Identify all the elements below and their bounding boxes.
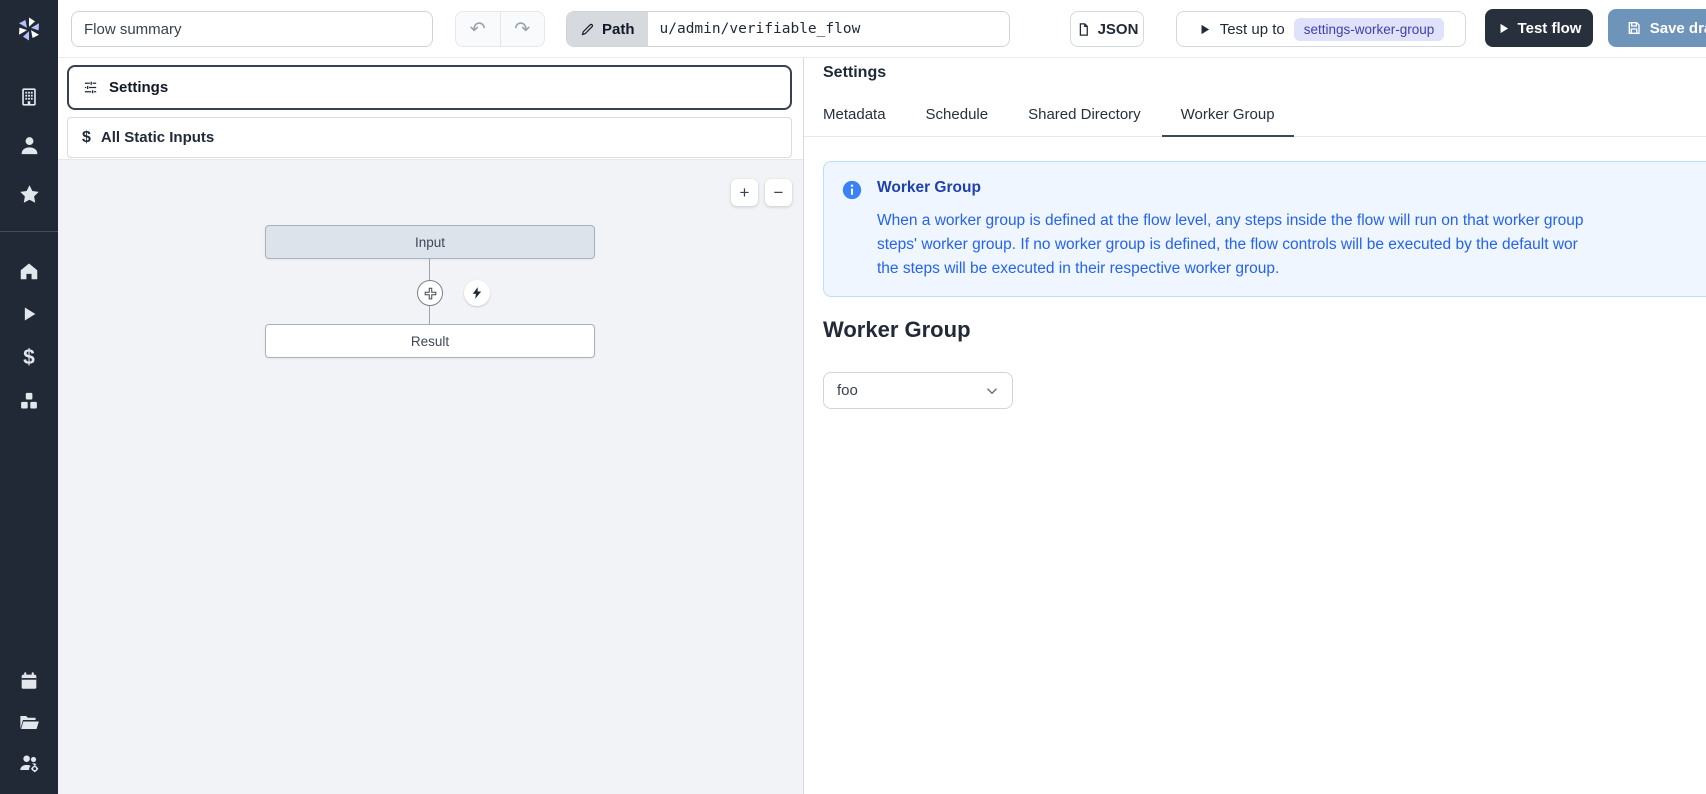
runs-play-icon[interactable] xyxy=(15,300,43,328)
sidebar: $ xyxy=(0,0,58,794)
info-icon xyxy=(841,179,863,281)
history-buttons: ↶ ↷ xyxy=(455,11,545,47)
schedules-calendar-icon[interactable] xyxy=(15,667,43,695)
sliders-icon xyxy=(82,79,99,96)
input-node-label: Input xyxy=(415,235,445,250)
input-node[interactable]: Input xyxy=(265,225,595,259)
info-text-line: When a worker group is defined at the fl… xyxy=(877,209,1583,233)
settings-tabs: Metadata Schedule Shared Directory Worke… xyxy=(804,94,1706,137)
save-icon xyxy=(1626,20,1642,36)
path-input[interactable] xyxy=(648,12,1009,46)
pencil-icon xyxy=(580,22,595,37)
play-icon xyxy=(1198,23,1211,36)
flow-settings-label: Settings xyxy=(109,79,168,96)
info-content: Worker Group When a worker group is defi… xyxy=(877,177,1583,281)
plus-cross-icon xyxy=(423,286,438,301)
workspace-icon[interactable] xyxy=(15,83,43,111)
dollar-icon: $ xyxy=(82,129,91,147)
tab-worker-group[interactable]: Worker Group xyxy=(1165,96,1291,136)
result-node-label: Result xyxy=(411,334,449,349)
test-flow-label: Test flow xyxy=(1518,20,1582,37)
json-button[interactable]: JSON xyxy=(1070,11,1144,47)
flow-graph-panel: Settings $ All Static Inputs Input xyxy=(58,58,804,794)
worker-group-select[interactable]: foo xyxy=(823,372,1013,409)
chevron-down-icon xyxy=(983,382,1001,400)
favorites-star-icon[interactable] xyxy=(15,180,43,208)
trigger-button[interactable] xyxy=(464,280,490,306)
undo-icon: ↶ xyxy=(470,18,486,41)
variables-dollar-icon[interactable]: $ xyxy=(15,344,43,372)
tab-metadata[interactable]: Metadata xyxy=(823,96,902,136)
tab-shared-directory[interactable]: Shared Directory xyxy=(1012,96,1157,136)
undo-button[interactable]: ↶ xyxy=(456,12,500,46)
all-static-inputs-button[interactable]: $ All Static Inputs xyxy=(67,117,792,158)
info-text-line: steps' worker group. If no worker group … xyxy=(877,233,1583,257)
test-up-to-step-badge[interactable]: settings-worker-group xyxy=(1294,18,1445,41)
flow-settings-button[interactable]: Settings xyxy=(67,65,792,110)
settings-panel: Settings Metadata Schedule Shared Direct… xyxy=(804,58,1706,794)
path-edit-button[interactable]: Path xyxy=(567,12,648,46)
add-step-button[interactable] xyxy=(417,280,443,306)
zoom-in-button[interactable]: + xyxy=(731,179,758,206)
test-flow-button[interactable]: Test flow xyxy=(1485,9,1593,47)
worker-group-info-box: Worker Group When a worker group is defi… xyxy=(823,161,1706,297)
redo-icon: ↷ xyxy=(514,18,530,41)
plus-icon: + xyxy=(740,183,750,203)
minus-icon: − xyxy=(774,183,784,203)
tab-schedule[interactable]: Schedule xyxy=(910,96,1005,136)
settings-panel-title: Settings xyxy=(823,64,886,82)
worker-group-section-title: Worker Group xyxy=(823,317,971,343)
zoom-out-button[interactable]: − xyxy=(765,179,792,206)
windmill-logo-icon[interactable] xyxy=(13,13,45,45)
lightning-bolt-icon xyxy=(470,286,484,300)
json-label: JSON xyxy=(1098,21,1139,38)
sidebar-divider xyxy=(0,231,58,232)
flow-editor-window: $ xyxy=(0,0,1706,794)
save-draft-button[interactable]: Save draft xyxy=(1608,9,1706,47)
result-node[interactable]: Result xyxy=(265,324,595,358)
groups-users-gear-icon[interactable] xyxy=(15,749,43,777)
save-draft-label: Save draft xyxy=(1650,20,1706,37)
redo-button[interactable]: ↷ xyxy=(500,12,545,46)
resources-boxes-icon[interactable] xyxy=(15,387,43,415)
user-icon[interactable] xyxy=(15,131,43,159)
worker-group-selected-value: foo xyxy=(837,382,858,399)
flow-summary-input[interactable] xyxy=(71,11,433,47)
flow-canvas[interactable]: Input Result + xyxy=(58,159,803,794)
folders-icon[interactable] xyxy=(15,708,43,736)
top-toolbar: ↶ ↷ Path JSON xyxy=(58,0,1706,58)
path-control: Path xyxy=(566,11,1010,47)
test-up-to-button[interactable]: Test up to settings-worker-group xyxy=(1176,11,1466,47)
home-icon[interactable] xyxy=(15,257,43,285)
path-label: Path xyxy=(602,21,635,38)
all-static-inputs-label: All Static Inputs xyxy=(101,129,214,146)
play-icon xyxy=(1497,22,1510,35)
info-text-line: the steps will be executed in their resp… xyxy=(877,257,1583,281)
test-up-to-label: Test up to xyxy=(1220,21,1285,38)
file-json-icon xyxy=(1076,22,1091,37)
info-title: Worker Group xyxy=(877,179,1583,197)
